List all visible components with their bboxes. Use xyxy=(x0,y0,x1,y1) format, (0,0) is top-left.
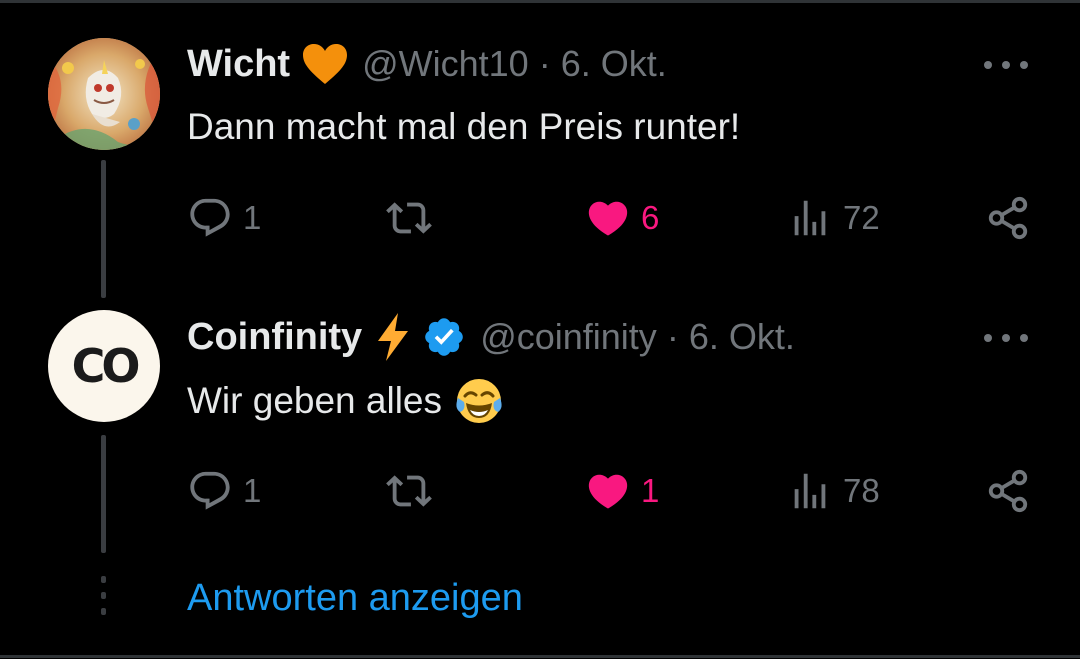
tweet-date[interactable]: 6. Okt. xyxy=(689,316,795,358)
like-button[interactable]: 1 xyxy=(585,466,659,516)
avatar-logo-text: CO xyxy=(71,339,141,393)
thread-connector-line xyxy=(101,435,106,553)
author-name[interactable]: Coinfinity xyxy=(187,316,362,359)
avatar-coinfinity[interactable]: CO xyxy=(48,310,160,422)
reply-icon xyxy=(190,471,230,510)
avatar-wicht[interactable] xyxy=(48,38,160,150)
reply-icon xyxy=(190,198,230,237)
share-button[interactable] xyxy=(985,466,1031,516)
reply-button[interactable]: 1 xyxy=(187,466,261,516)
tweet-actions: 1 6 72 xyxy=(187,193,1032,243)
bottom-divider xyxy=(0,655,1080,658)
share-button[interactable] xyxy=(985,193,1031,243)
author-name[interactable]: Wicht xyxy=(187,43,290,86)
views-count: 78 xyxy=(843,472,880,509)
author-handle[interactable]: @coinfinity xyxy=(480,316,657,358)
author-handle[interactable]: @Wicht10 xyxy=(362,43,529,85)
face-with-tears-of-joy-icon xyxy=(454,376,504,426)
tweet-actions: 1 1 78 xyxy=(187,466,1032,516)
top-divider xyxy=(0,0,1080,3)
share-icon xyxy=(988,196,1028,240)
more-options-icon[interactable] xyxy=(984,58,1028,72)
like-button[interactable]: 6 xyxy=(585,193,659,243)
dot-separator: · xyxy=(666,316,679,357)
reply-count: 1 xyxy=(243,472,262,509)
tweet-text: Wir geben alles xyxy=(187,376,504,426)
tweet-thread: Wicht @Wicht10 · 6. Okt. Dann macht mal … xyxy=(0,0,1080,659)
avatar-illustration xyxy=(48,38,160,150)
more-options-icon[interactable] xyxy=(984,331,1028,345)
thread-connector-line xyxy=(101,160,106,298)
share-icon xyxy=(988,469,1028,513)
views-chart-icon xyxy=(794,473,826,509)
retweet-button[interactable] xyxy=(384,466,434,516)
tweet-header: Coinfinity @coinfinity · 6. Okt. xyxy=(187,312,795,362)
tweet-text-content: Dann macht mal den Preis runter! xyxy=(187,106,741,147)
tweet-text-content: Wir geben alles xyxy=(187,380,443,421)
retweet-button[interactable] xyxy=(384,193,434,243)
reply-button[interactable]: 1 xyxy=(187,193,261,243)
retweet-icon xyxy=(386,202,432,234)
heart-filled-icon xyxy=(588,474,628,509)
tweet-header: Wicht @Wicht10 · 6. Okt. xyxy=(187,39,667,89)
retweet-icon xyxy=(386,475,432,507)
tweet-date[interactable]: 6. Okt. xyxy=(561,43,667,85)
reply-count: 1 xyxy=(243,199,262,236)
show-replies-link[interactable]: Antworten anzeigen xyxy=(187,577,523,620)
views-chart-icon xyxy=(794,200,826,236)
like-count: 1 xyxy=(641,472,660,509)
verified-badge-icon[interactable] xyxy=(422,315,466,359)
dot-separator: · xyxy=(538,43,551,84)
orange-heart-icon xyxy=(302,43,348,85)
views-button[interactable]: 72 xyxy=(787,193,880,243)
tweet-text: Dann macht mal den Preis runter! xyxy=(187,106,740,148)
like-count: 6 xyxy=(641,199,660,236)
heart-filled-icon xyxy=(588,201,628,236)
lightning-icon xyxy=(376,313,410,361)
views-button[interactable]: 78 xyxy=(787,466,880,516)
views-count: 72 xyxy=(843,199,880,236)
